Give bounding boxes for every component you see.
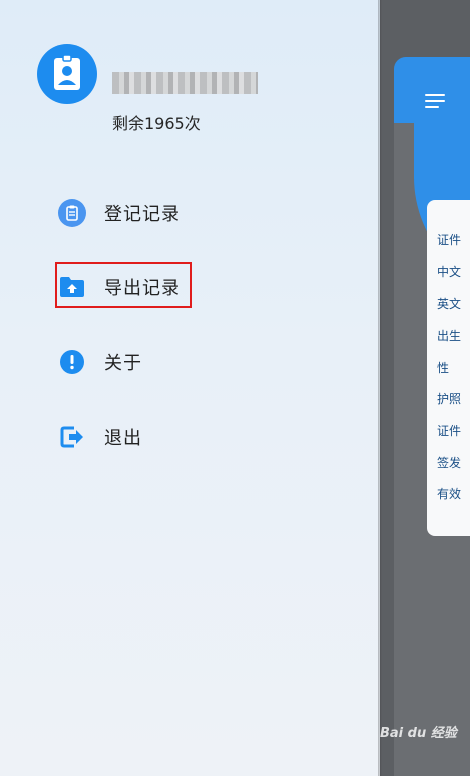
nav-item-about[interactable]: 关于	[58, 347, 142, 377]
highlight-box	[55, 262, 192, 308]
field-label: 有效	[437, 487, 462, 501]
nav-item-logout[interactable]: 退出	[58, 422, 142, 452]
field-label: 护照	[437, 392, 462, 406]
clipboard-icon	[58, 199, 86, 227]
field-label: 英文	[437, 297, 462, 311]
main-app-panel: 证件 中文 英文 出生 性 护照 证件 签发 有效	[394, 57, 470, 776]
id-badge-icon	[54, 54, 80, 90]
field-label: 性	[437, 361, 450, 375]
info-card: 证件 中文 英文 出生 性 护照 证件 签发 有效	[427, 200, 470, 536]
logout-icon	[58, 423, 86, 451]
username-redacted	[112, 72, 258, 94]
navigation-drawer: 剩余1965次 登记记录 导出记录 关于 退出	[0, 0, 380, 776]
nav-label: 关于	[104, 353, 142, 374]
field-label: 证件	[437, 233, 462, 247]
field-label: 证件	[437, 424, 462, 438]
nav-label: 退出	[104, 428, 142, 449]
app-header	[394, 57, 470, 123]
nav-label: 登记记录	[104, 204, 180, 225]
field-label: 签发	[437, 456, 462, 470]
avatar[interactable]	[37, 44, 97, 104]
field-label: 出生	[437, 329, 462, 343]
watermark: Bai du 经验	[380, 726, 457, 741]
info-exclamation-icon	[58, 348, 86, 376]
drawer-shadow	[378, 0, 382, 776]
menu-icon[interactable]	[425, 94, 447, 110]
remaining-count: 剩余1965次	[112, 114, 201, 133]
nav-item-register-records[interactable]: 登记记录	[58, 198, 180, 228]
field-label: 中文	[437, 265, 462, 279]
main-app-dimmed[interactable]: 证件 中文 英文 出生 性 护照 证件 签发 有效	[380, 0, 470, 776]
